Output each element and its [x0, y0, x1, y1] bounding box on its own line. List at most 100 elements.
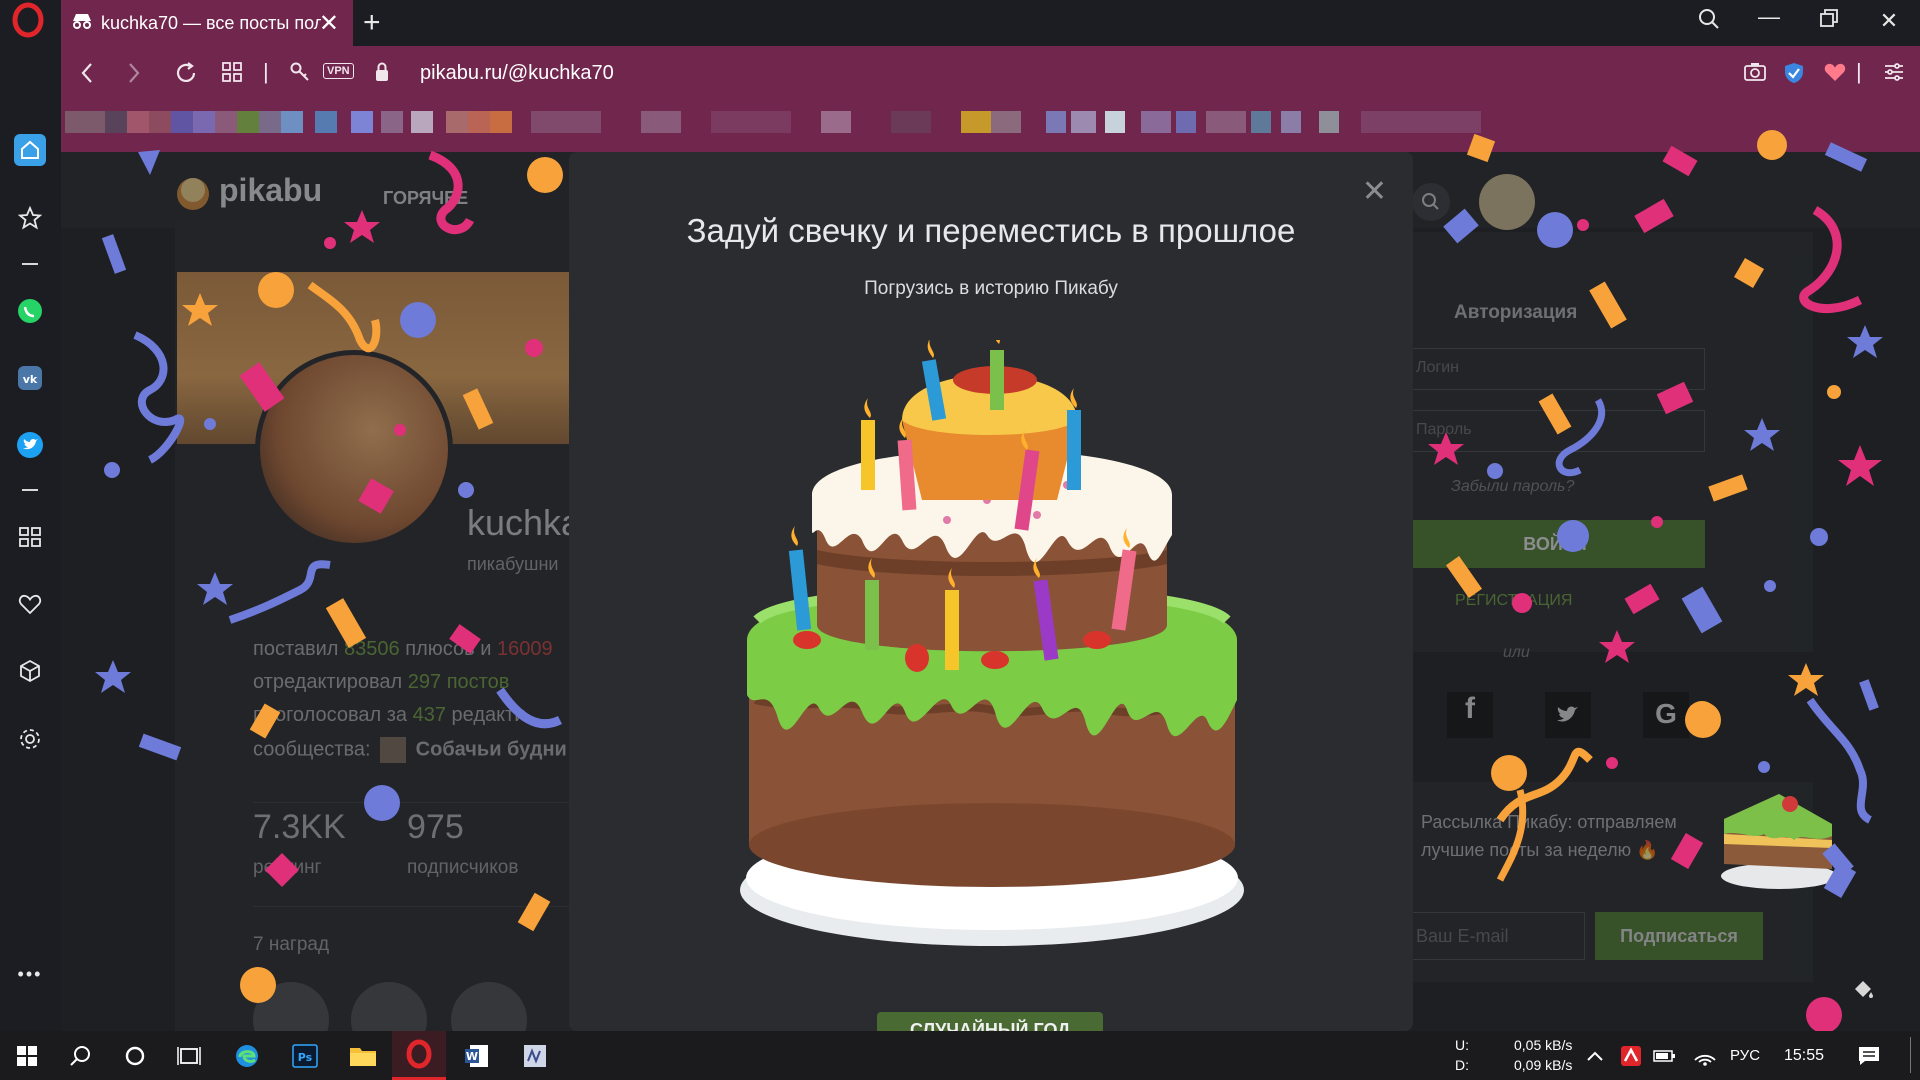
stats-line-3: проголосовал за 437 редакти	[253, 704, 526, 726]
divider	[253, 802, 573, 803]
stats-line-4: сообщества: Собачьи будни	[253, 737, 567, 763]
clock-time[interactable]: 15:55	[1784, 1047, 1824, 1065]
chevron-up-icon[interactable]	[1578, 1039, 1612, 1073]
key-icon[interactable]	[289, 61, 311, 89]
address-bar: | VPN pikabu.ru/@kuchka70 |	[61, 46, 1920, 102]
lock-icon[interactable]	[374, 61, 390, 89]
sidebar-separator	[22, 489, 38, 491]
tabs-grid-icon[interactable]	[221, 61, 243, 89]
home-icon[interactable]	[14, 134, 46, 166]
profile-avatar	[255, 350, 453, 548]
auth-title: Авторизация	[1454, 302, 1578, 323]
edge-browser-icon[interactable]	[230, 1039, 264, 1073]
adblock-shield-icon[interactable]	[1783, 61, 1805, 91]
rating-label: рейтинг	[253, 857, 322, 878]
close-tab-icon[interactable]: ✕	[319, 9, 339, 38]
net-down-value: 0,09 kB/s	[1514, 1057, 1573, 1073]
newsletter-text-1: Рассылка Пикабу: отправляем	[1421, 812, 1677, 832]
nav-hot[interactable]: ГОРЯЧЕЕ	[383, 188, 468, 209]
star-icon[interactable]	[14, 202, 46, 234]
new-tab-plus-icon[interactable]: +	[363, 6, 381, 40]
settings-gear-icon[interactable]	[14, 723, 46, 755]
newsletter-subscribe-button[interactable]: Подписаться	[1595, 912, 1763, 960]
pikabu-logo-text[interactable]: pikabu	[219, 172, 322, 209]
profile-username: kuchka	[467, 502, 582, 543]
tab-title: kuchka70 — все посты пол	[101, 12, 321, 33]
bookmarks-bar-pixelated	[61, 102, 1920, 152]
subscribers-label: подписчиков	[407, 857, 519, 878]
vk-icon[interactable]: vk	[14, 362, 46, 394]
paint-bucket-icon[interactable]	[1851, 977, 1875, 1006]
newsletter-text-2: лучшие посты за неделю 🔥	[1421, 840, 1659, 860]
facebook-login-icon[interactable]: f	[1447, 692, 1493, 738]
easy-setup-icon[interactable]	[1883, 61, 1905, 89]
opera-sidebar: vk •••	[0, 0, 61, 1031]
birthday-cake-icon[interactable]	[737, 320, 1247, 955]
cake-slice-widget-icon[interactable]	[1714, 774, 1844, 899]
notepad-app-icon[interactable]	[518, 1039, 552, 1073]
more-dots-icon[interactable]: •••	[14, 958, 46, 990]
login-input[interactable]: Логин	[1405, 348, 1705, 390]
pikabu-logo-icon[interactable]	[173, 172, 213, 217]
google-login-icon[interactable]: G	[1643, 692, 1689, 738]
speed-dial-icon[interactable]	[14, 521, 46, 553]
restore-icon[interactable]	[1809, 8, 1849, 34]
login-button[interactable]: ВОЙТИ	[1405, 520, 1705, 568]
cortana-icon[interactable]	[118, 1039, 152, 1073]
file-explorer-icon[interactable]	[346, 1039, 380, 1073]
incognito-tab-icon	[71, 12, 93, 35]
stats-line-2: отредактировал 297 постов	[253, 671, 510, 693]
stats-line-1: поставил 83506 плюсов и 16009	[253, 638, 553, 660]
photoshop-icon[interactable]: Ps	[288, 1039, 322, 1073]
close-window-icon[interactable]: ✕	[1869, 8, 1909, 34]
camera-snapshot-icon[interactable]	[1743, 61, 1767, 89]
task-view-icon[interactable]	[172, 1039, 206, 1073]
register-link[interactable]: РЕГИСТРАЦИЯ	[1455, 592, 1572, 610]
windows-start-icon[interactable]	[10, 1039, 44, 1073]
net-down-label: D:	[1455, 1057, 1469, 1073]
search-icon[interactable]	[64, 1039, 98, 1073]
addressbar-divider: |	[1856, 59, 1862, 84]
back-arrow-icon[interactable]	[79, 61, 95, 91]
show-desktop[interactable]	[1910, 1037, 1911, 1073]
page-search-icon[interactable]	[1411, 182, 1451, 227]
box-icon[interactable]	[14, 655, 46, 687]
modal-title: Задуй свечку и переместись в прошлое	[686, 212, 1296, 249]
wifi-icon[interactable]	[1688, 1039, 1722, 1073]
community-icon	[380, 737, 407, 763]
sidebar-separator	[22, 263, 38, 265]
minimize-icon[interactable]: —	[1749, 4, 1789, 30]
battery-icon[interactable]	[1648, 1039, 1682, 1073]
rating-value: 7.3KK	[253, 808, 346, 846]
net-up-value: 0,05 kB/s	[1514, 1037, 1573, 1053]
birthday-modal: ✕ Задуй свечку и переместись в прошлое П…	[569, 152, 1413, 1042]
notifications-icon[interactable]	[1852, 1039, 1886, 1073]
modal-close-icon[interactable]: ✕	[1362, 174, 1387, 209]
url-field[interactable]: pikabu.ru/@kuchka70	[420, 62, 614, 85]
newsletter-email-input[interactable]: Ваш E-mail	[1405, 912, 1585, 960]
word-icon[interactable]: W	[460, 1039, 494, 1073]
vpn-badge[interactable]: VPN	[323, 63, 354, 79]
tab-strip: kuchka70 — все посты пол ✕ + — ✕	[61, 0, 1920, 46]
password-input[interactable]: Пароль	[1405, 410, 1705, 452]
heart-icon[interactable]	[14, 588, 46, 620]
language-indicator[interactable]: РУС	[1730, 1047, 1760, 1064]
svg-text:Ps: Ps	[298, 1051, 313, 1064]
search-tabs-icon[interactable]	[1689, 8, 1729, 36]
favorite-heart-icon[interactable]	[1823, 61, 1847, 89]
or-label: или	[1503, 644, 1530, 661]
twitter-login-icon[interactable]	[1545, 692, 1591, 738]
opera-logo-icon[interactable]	[12, 2, 44, 38]
awards-label: 7 наград	[253, 934, 330, 955]
whatsapp-icon[interactable]	[14, 295, 46, 327]
reload-icon[interactable]	[174, 61, 198, 91]
opera-taskbar-icon[interactable]	[392, 1031, 446, 1080]
user-avatar[interactable]	[1479, 174, 1535, 230]
active-tab[interactable]: kuchka70 — все посты пол ✕	[61, 0, 353, 46]
twitter-icon[interactable]	[14, 429, 46, 461]
forward-arrow-icon[interactable]	[126, 61, 142, 91]
net-up-label: U:	[1455, 1037, 1469, 1053]
modal-subtitle: Погрузись в историю Пикабу	[864, 278, 1118, 299]
forgot-password-link[interactable]: Забыли пароль?	[1451, 478, 1574, 496]
antivirus-tray-icon[interactable]	[1614, 1039, 1648, 1073]
